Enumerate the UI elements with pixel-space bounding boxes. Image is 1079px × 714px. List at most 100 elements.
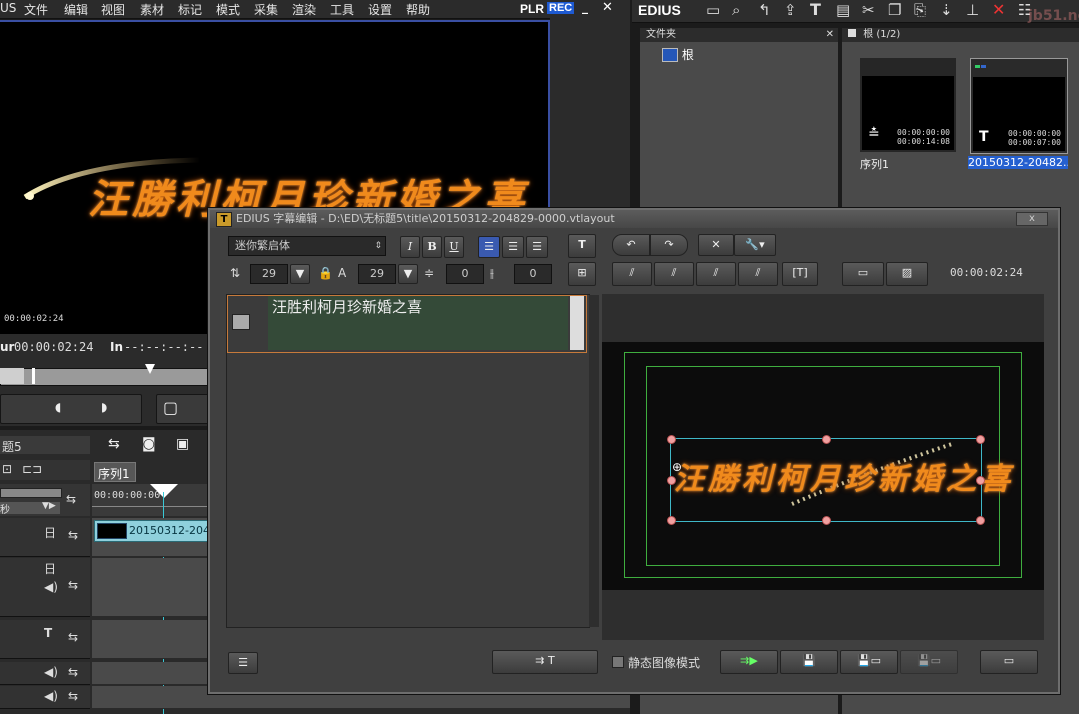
playhead-marker[interactable] — [145, 364, 155, 374]
text-frame-button[interactable]: [T] — [782, 262, 818, 286]
dialog-titlebar[interactable]: T EDIUS 字幕编辑 - D:\ED\无标题5\title\20150312… — [210, 210, 1058, 228]
font-size-dropdown[interactable]: ▼ — [290, 264, 310, 284]
add-to-timeline-icon[interactable]: ⇣ — [940, 1, 953, 19]
import-icon[interactable]: ⇪ — [784, 1, 797, 19]
cut-icon[interactable]: ✂ — [862, 1, 875, 19]
title-icon[interactable]: T — [810, 0, 821, 19]
background-button-2[interactable]: ▨ — [886, 262, 928, 286]
track-4-sync-icon[interactable]: ⇆ — [68, 665, 78, 679]
stop-button[interactable]: ▢ — [156, 394, 210, 424]
track-1-sync-icon[interactable]: ⇆ — [68, 528, 78, 542]
save-to-timeline-button[interactable]: ⇉▶ — [720, 650, 778, 674]
save-disabled-button[interactable]: 💾▭ — [900, 650, 958, 674]
save-button[interactable]: 💾 — [780, 650, 838, 674]
color-bar-icon[interactable]: ▤ — [836, 1, 850, 19]
handle-bl[interactable] — [667, 516, 676, 525]
line-spacing-field[interactable]: 0 — [446, 264, 484, 284]
apply-style-button[interactable]: ⇉ T — [492, 650, 598, 674]
bin-clip-title[interactable]: T 00:00:00:00 00:00:07:00 — [970, 58, 1068, 154]
char-spacing-field[interactable]: 0 — [514, 264, 552, 284]
speaker-icon-2[interactable]: ◀) — [44, 665, 58, 679]
track-link-icon[interactable]: ⊡ — [2, 462, 12, 476]
align-left-button[interactable]: ☰ — [478, 236, 500, 258]
effect-button-2[interactable]: ⫽ — [654, 262, 694, 286]
tab-sequence1[interactable]: 序列1 — [94, 462, 136, 482]
handle-ml[interactable] — [667, 476, 676, 485]
handle-tr[interactable] — [976, 435, 985, 444]
redo-button[interactable]: ↷ — [650, 234, 688, 256]
close-icon[interactable]: ✕ — [602, 0, 613, 15]
object-list-item[interactable]: 汪胜利柯月珍新婚之喜 — [227, 295, 587, 353]
menu-capture[interactable]: 采集 — [254, 1, 278, 18]
menu-render[interactable]: 渲染 — [292, 1, 316, 18]
camera-icon[interactable]: ◙ — [142, 436, 156, 452]
dialog-close-button[interactable]: x — [1016, 212, 1048, 226]
effect-button-1[interactable]: ⫽ — [612, 262, 652, 286]
folder-icon[interactable]: ▭ — [706, 1, 720, 19]
background-button-1[interactable]: ▭ — [842, 262, 884, 286]
object-list-scrollbar[interactable] — [589, 295, 599, 627]
align-center-button[interactable]: ☰ — [502, 236, 524, 258]
rec-button[interactable]: REC — [547, 2, 575, 14]
text-tool-button[interactable]: T — [568, 234, 596, 258]
mark-in-icon[interactable]: ◖ — [55, 400, 61, 414]
playhead-handle[interactable] — [150, 484, 178, 498]
image-icon[interactable]: ▣ — [176, 436, 189, 452]
object-scrollbar[interactable] — [570, 296, 584, 350]
menu-file[interactable]: 文件 — [24, 1, 48, 18]
handle-br[interactable] — [976, 516, 985, 525]
ripple-icon[interactable]: ⇆ — [66, 492, 76, 506]
menu-edit[interactable]: 编辑 — [64, 1, 88, 18]
mark-out-icon[interactable]: ◗ — [101, 400, 107, 414]
track-3-sync-icon[interactable]: ⇆ — [68, 630, 78, 644]
object-text-box[interactable]: 汪胜利柯月珍新婚之喜 — [268, 296, 568, 350]
unit-select[interactable]: 秒 ▼▶ — [0, 501, 60, 516]
lock-icon[interactable]: 🔒 — [318, 266, 333, 280]
folder-collapse-icon[interactable] — [662, 47, 678, 62]
align-right-button[interactable]: ☰ — [526, 236, 548, 258]
bold-button[interactable]: B — [422, 236, 442, 258]
title-canvas[interactable]: 汪勝利柯月珍新婚之喜 ⊕ — [602, 294, 1044, 640]
visibility-eye-icon[interactable] — [232, 314, 250, 330]
save-as-button[interactable]: 💾▭ — [840, 650, 898, 674]
handle-tc[interactable] — [822, 435, 831, 444]
menu-marker[interactable]: 标记 — [178, 1, 202, 18]
folder-panel-close-icon[interactable]: ✕ — [826, 28, 834, 42]
sequence-settings-icon[interactable]: ⇆ — [108, 436, 120, 452]
effect-button-3[interactable]: ⫽ — [696, 262, 736, 286]
speaker-icon[interactable]: ◀) — [44, 580, 58, 594]
char-height-dropdown[interactable]: ▼ — [398, 264, 418, 284]
zoom-slider[interactable] — [0, 488, 62, 498]
timeline-clip[interactable]: 20150312-204 — [94, 520, 216, 542]
selection-box[interactable] — [670, 438, 982, 522]
tools-dropdown-button[interactable]: 🔧▾ — [734, 234, 776, 256]
paste-icon[interactable]: ⎘ — [914, 1, 926, 19]
track-5-sync-icon[interactable]: ⇆ — [68, 689, 78, 703]
handle-tl[interactable] — [667, 435, 676, 444]
delete-object-button[interactable]: ✕ — [698, 234, 734, 256]
static-mode-checkbox[interactable] — [612, 656, 624, 668]
menu-mode[interactable]: 模式 — [216, 1, 240, 18]
up-icon[interactable]: ↰ — [758, 1, 771, 19]
handle-mr[interactable] — [976, 476, 985, 485]
delete-icon[interactable]: ✕ — [992, 0, 1005, 19]
underline-button[interactable]: U — [444, 236, 464, 258]
font-select[interactable]: 迷你繁启体 ⇕ — [228, 236, 386, 256]
menu-tools[interactable]: 工具 — [330, 1, 354, 18]
undo-button[interactable]: ↶ — [612, 234, 650, 256]
anchor-crosshair-icon[interactable]: ⊕ — [672, 460, 682, 474]
plr-button[interactable]: PLR — [520, 2, 544, 16]
track-sync-icon[interactable]: ⊏⊐ — [22, 462, 42, 476]
exit-button[interactable]: ▭ — [980, 650, 1038, 674]
italic-button[interactable]: I — [400, 236, 420, 258]
insert-icon[interactable]: ⊥ — [966, 1, 979, 19]
track-2-sync-icon[interactable]: ⇆ — [68, 578, 78, 592]
copy-icon[interactable]: ❐ — [888, 1, 901, 19]
menu-clip[interactable]: 素材 — [140, 1, 164, 18]
folder-root[interactable]: 根 — [662, 46, 694, 63]
list-view-button[interactable]: ☰ — [228, 652, 258, 674]
text-box-button[interactable]: ⊞ — [568, 262, 596, 286]
menu-settings[interactable]: 设置 — [368, 1, 392, 18]
bin-clip-sequence1[interactable]: ≛ 00:00:00:00 00:00:14:08 — [860, 58, 956, 152]
speaker-icon-3[interactable]: ◀) — [44, 689, 58, 703]
